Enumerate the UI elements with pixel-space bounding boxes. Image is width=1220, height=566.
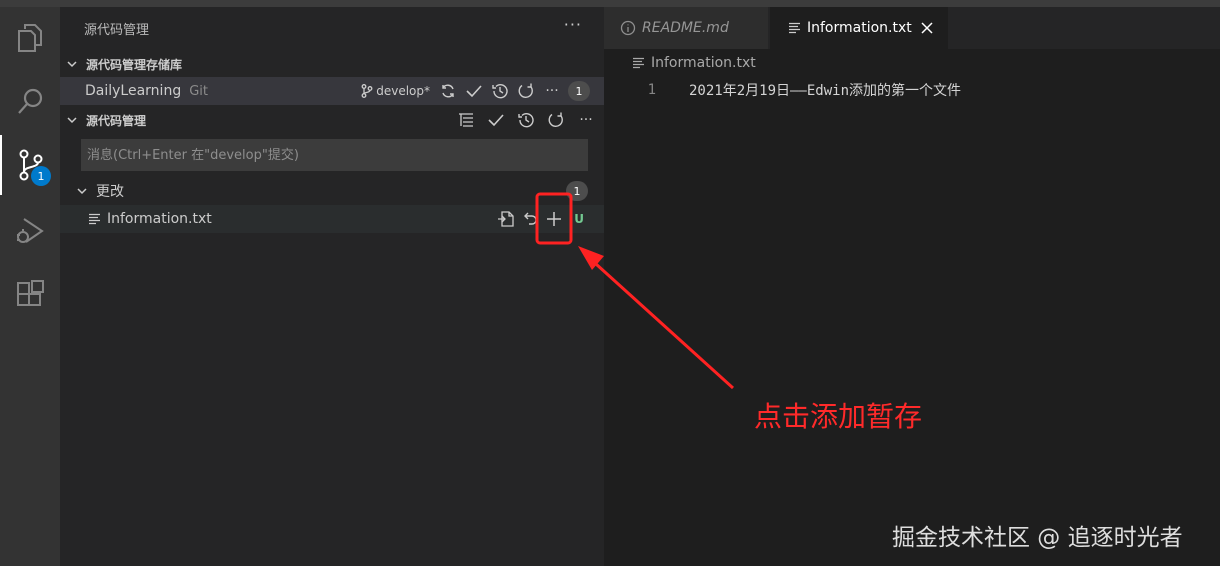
stage-changes-button[interactable] xyxy=(544,209,564,229)
sync-button[interactable] xyxy=(438,81,458,101)
history-icon xyxy=(518,113,534,128)
tab-information[interactable]: Information.txt xyxy=(770,7,948,49)
plus-icon xyxy=(547,212,562,226)
annotation-label: 点击添加暂存 xyxy=(754,400,923,433)
scm-section-header[interactable]: 源代码管理 ··· xyxy=(60,108,604,132)
repo-more-button[interactable]: ··· xyxy=(542,81,562,101)
file-actions: U xyxy=(496,205,584,233)
ellipsis-icon: ··· xyxy=(545,83,559,99)
open-file-button[interactable] xyxy=(496,209,516,229)
refresh-button[interactable] xyxy=(516,81,536,101)
scm-more-button[interactable]: ··· xyxy=(576,110,596,130)
repository-row[interactable]: DailyLearning Git develop* ··· 1 xyxy=(60,77,604,105)
title-bar-strip xyxy=(0,0,1220,7)
changed-file-row[interactable]: Information.txt U xyxy=(60,205,604,233)
line-text: 2021年2月19日——Edwin添加的第一个文件 xyxy=(689,83,962,99)
code-line[interactable]: 1 2021年2月19日——Edwin添加的第一个文件 xyxy=(604,79,1220,101)
tab-information-label: Information.txt xyxy=(807,20,912,36)
editor-area: README.md Information.txt Information.tx… xyxy=(604,7,1220,566)
refresh-icon xyxy=(548,112,563,128)
ellipsis-icon: ··· xyxy=(579,112,593,128)
tab-readme[interactable]: README.md xyxy=(604,7,768,49)
view-as-tree-button[interactable] xyxy=(456,110,476,130)
discard-icon xyxy=(524,212,537,225)
activity-search[interactable] xyxy=(0,71,60,131)
changes-label: 更改 xyxy=(96,184,124,200)
branch-switcher[interactable]: develop* xyxy=(361,84,430,98)
chevron-down-icon xyxy=(67,61,77,68)
commit-message-input[interactable] xyxy=(81,139,588,171)
file-lines-icon xyxy=(789,22,800,34)
activity-source-control[interactable]: 1 xyxy=(0,135,60,195)
file-lines-icon xyxy=(633,57,644,69)
changed-file-name: Information.txt xyxy=(107,211,212,227)
run-debug-icon xyxy=(17,218,44,243)
tab-readme-label: README.md xyxy=(642,20,729,36)
sidebar-title: 源代码管理 xyxy=(84,23,150,38)
scm-history-button[interactable] xyxy=(516,110,536,130)
watermark: 掘金技术社区 @ 追逐时光者 xyxy=(892,525,1183,551)
changes-count-badge: 1 xyxy=(566,181,588,201)
refresh-icon xyxy=(518,83,533,99)
history-button[interactable] xyxy=(490,81,510,101)
breadcrumb[interactable]: Information.txt xyxy=(632,55,756,71)
activity-extensions[interactable] xyxy=(0,265,60,325)
search-icon xyxy=(18,88,43,114)
source-control-badge: 1 xyxy=(31,166,51,186)
check-icon xyxy=(488,114,504,127)
line-number: 1 xyxy=(647,82,656,98)
scm-refresh-button[interactable] xyxy=(546,110,566,130)
chevron-down-icon xyxy=(67,117,77,124)
scm-actions: ··· xyxy=(456,108,596,132)
ellipsis-icon: ··· xyxy=(563,15,582,34)
changes-group-header[interactable]: 更改 1 xyxy=(60,179,604,203)
repo-changes-badge: 1 xyxy=(568,81,590,101)
repo-type: Git xyxy=(189,83,208,99)
sync-icon xyxy=(442,84,454,98)
scm-section-label: 源代码管理 xyxy=(86,113,147,128)
activity-explorer[interactable] xyxy=(0,7,60,67)
activity-bar: 1 xyxy=(0,7,60,566)
sidebar-more-button[interactable]: ··· xyxy=(564,15,582,34)
repo-name: DailyLearning xyxy=(85,83,182,99)
close-icon xyxy=(921,22,933,34)
chevron-down-icon xyxy=(77,188,87,195)
commit-button[interactable] xyxy=(464,81,484,101)
go-to-file-icon xyxy=(498,211,514,227)
git-branch-icon xyxy=(361,84,373,98)
files-icon xyxy=(18,24,42,52)
activity-run-debug[interactable] xyxy=(0,201,60,261)
check-icon xyxy=(466,85,482,98)
branch-name: develop* xyxy=(376,84,430,98)
repo-actions: develop* ··· 1 xyxy=(361,77,590,105)
file-lines-icon xyxy=(89,213,100,225)
extensions-icon xyxy=(17,280,44,306)
info-icon xyxy=(620,20,636,36)
editor-tabs: README.md Information.txt xyxy=(604,7,1220,49)
tab-close-button[interactable] xyxy=(920,21,934,35)
breadcrumb-file: Information.txt xyxy=(651,55,756,71)
history-icon xyxy=(492,84,508,99)
scm-commit-button[interactable] xyxy=(486,110,506,130)
repositories-section-label: 源代码管理存储库 xyxy=(86,57,183,72)
list-tree-icon xyxy=(459,113,473,127)
repositories-section-header[interactable]: 源代码管理存储库 xyxy=(60,52,604,76)
source-control-sidebar: 源代码管理 ··· 源代码管理存储库 DailyLearning Git dev… xyxy=(60,7,604,566)
discard-changes-button[interactable] xyxy=(520,209,540,229)
untracked-status-indicator: U xyxy=(574,212,584,226)
